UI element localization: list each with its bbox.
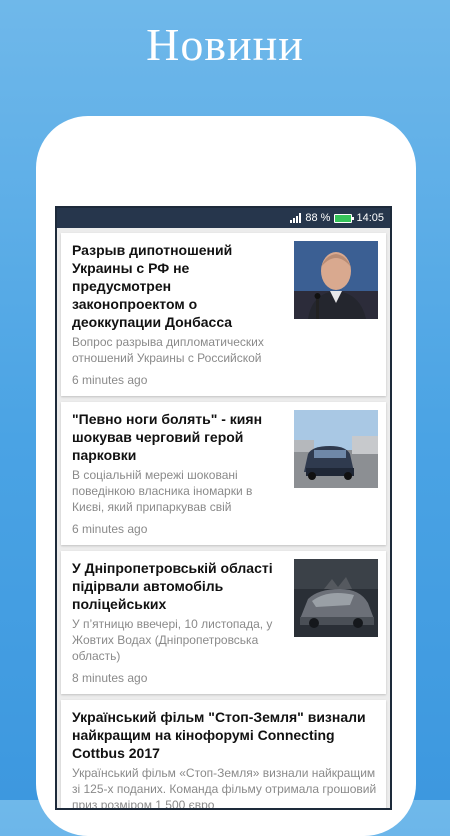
news-card[interactable]: "Певно ноги болять" - киян шокував черго…: [61, 402, 386, 545]
signal-icon: [290, 213, 302, 223]
news-title[interactable]: У Дніпропетровській області підірвали ав…: [72, 559, 286, 613]
news-time: 6 minutes ago: [72, 522, 148, 536]
news-card[interactable]: Разрыв дипотношений Украины с РФ не пред…: [61, 233, 386, 396]
news-description: Український фільм «Стоп-Земля» визнали н…: [72, 766, 377, 808]
news-time: 8 minutes ago: [72, 671, 148, 685]
news-title[interactable]: Український фільм "Стоп-Земля" визнали н…: [72, 708, 378, 762]
battery-percent: 88 %: [305, 212, 331, 224]
news-thumbnail[interactable]: [294, 410, 378, 488]
news-card[interactable]: Український фільм "Стоп-Земля" визнали н…: [61, 700, 386, 808]
news-description: У п’ятницю ввечері, 10 листопада, у Жовт…: [72, 617, 273, 663]
news-title[interactable]: "Певно ноги болять" - киян шокував черго…: [72, 410, 286, 464]
promo-headline: Новини: [146, 19, 304, 70]
status-time: 14:05: [356, 212, 384, 224]
battery-icon: [334, 213, 355, 223]
news-thumbnail[interactable]: [294, 559, 378, 637]
news-feed[interactable]: Разрыв дипотношений Украины с РФ не пред…: [57, 228, 390, 808]
status-bar: 88 % 14:05: [57, 208, 390, 228]
news-time: 6 minutes ago: [72, 373, 148, 387]
news-card[interactable]: У Дніпропетровській області підірвали ав…: [61, 551, 386, 694]
phone-screen: 88 % 14:05 Разрыв дипотношений Украины с…: [57, 208, 390, 808]
news-description: В соціальній мережі шоковані поведінкою …: [72, 468, 253, 514]
news-description: Вопрос разрыва дипломатических отношений…: [72, 335, 264, 365]
news-thumbnail[interactable]: [294, 241, 378, 319]
news-title[interactable]: Разрыв дипотношений Украины с РФ не пред…: [72, 241, 286, 331]
